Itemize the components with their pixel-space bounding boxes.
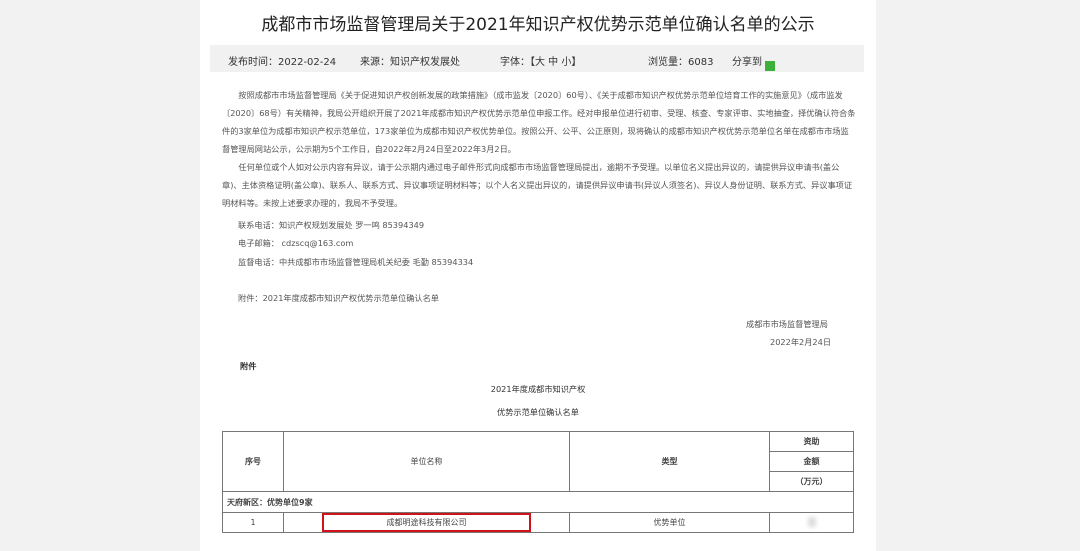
section-row: 天府新区：优势单位9家 [222,491,854,513]
paragraph: 按照成都市市场监督管理局《关于促进知识产权创新发展的政策措施》（成市监发〔202… [222,90,856,154]
annex-label: 附件 [240,361,257,371]
meta-bar: 发布时间：2022-02-24 来源：知识产权发展处 字体：【大 中 小】 浏览… [210,45,864,72]
unit-table: 序号 单位名称 类型 资助 金额 （万元） 天府新区：优势单位9家 1 成都明途… [222,431,854,533]
header-type: 类型 [569,431,770,492]
supervise-phone: 监督电话：中共成都市市场监督管理局机关纪委 毛勤 85394334 [238,257,474,267]
view-count: 浏览量：6083 [648,57,714,68]
contact-email: 电子邮箱： cdzscq@163.com [238,238,354,248]
table-row: 1 成都明途科技有限公司 优势单位 [222,512,854,533]
paragraph: 任何单位或个人如对公示内容有异议，请于公示期内通过电子邮件形式向成都市市场监督管… [222,162,853,208]
header-fund: 资助 [769,431,854,452]
wechat-share-icon[interactable] [765,61,775,71]
page-title: 成都市市场监督管理局关于2021年知识产权优势示范单位确认名单的公示 [261,15,815,35]
font-size-label: 字体： [500,57,530,68]
attachment-link[interactable]: 附件：2021年度成都市知识产权优势示范单位确认名单 [238,292,439,304]
header-unit: （万元） [769,471,854,492]
article-page: 成都市市场监督管理局关于2021年知识产权优势示范单位确认名单的公示 发布时间：… [200,0,876,551]
publish-date: 发布时间：2022-02-24 [228,57,337,68]
highlighted-unit-name: 成都明途科技有限公司 [322,513,531,532]
row-no: 1 [222,512,284,533]
header-no: 序号 [222,431,284,492]
font-size-toggle[interactable]: 【大 中 小】 [530,57,581,68]
row-type: 优势单位 [569,512,770,533]
blurred-amount [807,516,816,527]
source: 来源：知识产权发展处 [360,57,460,68]
share-label: 分享到 [732,57,762,68]
article-body: 按照成都市市场监督管理局《关于促进知识产权创新发展的政策措施》（成市监发〔202… [222,86,856,212]
contact-phone: 联系电话：知识产权规划发展处 罗一鸣 85394349 [238,220,425,230]
signer: 成都市市场监督管理局 [746,319,828,329]
sign-date: 2022年2月24日 [770,337,832,347]
header-name: 单位名称 [283,431,570,492]
header-amount: 金额 [769,451,854,472]
annex-title: 2021年度成都市知识产权 [490,384,586,394]
annex-subtitle: 优势示范单位确认名单 [497,407,579,417]
